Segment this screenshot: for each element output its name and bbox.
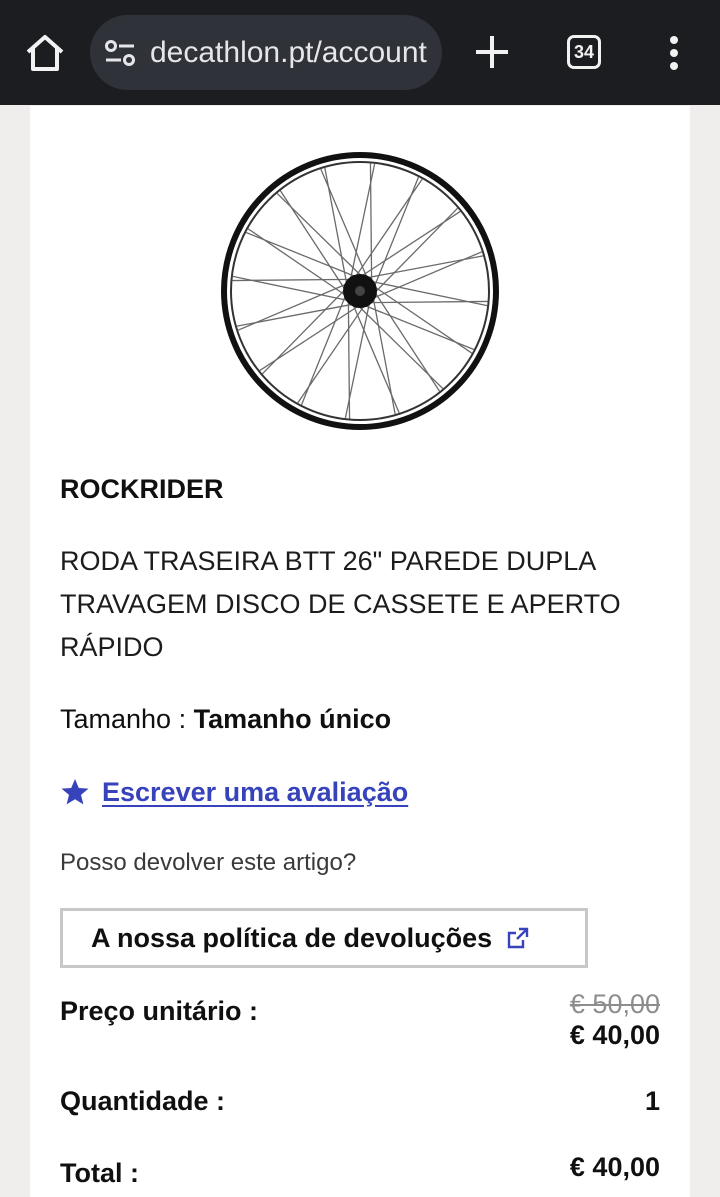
- home-icon: [26, 35, 64, 71]
- site-settings-icon[interactable]: [104, 39, 136, 67]
- return-policy-button[interactable]: A nossa política de devoluções: [60, 908, 588, 968]
- order-item-card: ROCKRIDER RODA TRASEIRA BTT 26" PAREDE D…: [30, 106, 690, 1197]
- quantity-label: Quantidade :: [60, 1086, 226, 1116]
- browser-menu-button[interactable]: [662, 32, 686, 76]
- tab-switcher-icon: 34: [567, 35, 601, 69]
- original-price: € 50,00: [569, 989, 660, 1019]
- unit-price-label: Preço unitário :: [60, 996, 259, 1026]
- product-brand: ROCKRIDER: [60, 474, 224, 504]
- address-bar[interactable]: decathlon.pt/account: [90, 15, 442, 90]
- quantity-value: 1: [644, 1086, 660, 1116]
- tab-switcher-button[interactable]: 34: [567, 35, 603, 71]
- url-text[interactable]: decathlon.pt/account: [150, 35, 435, 71]
- product-size: Tamanho : Tamanho único: [60, 702, 391, 736]
- home-button[interactable]: [22, 30, 68, 76]
- unit-price: € 40,00: [569, 1020, 660, 1050]
- product-image[interactable]: [220, 151, 500, 431]
- size-value: Tamanho único: [193, 704, 392, 734]
- total-label: Total :: [60, 1158, 139, 1188]
- write-review-row[interactable]: Escrever uma avaliação: [60, 774, 408, 810]
- new-tab-button[interactable]: [470, 30, 514, 74]
- plus-icon: [476, 36, 508, 68]
- total-value: € 40,00: [569, 1152, 660, 1182]
- more-vert-icon: [670, 36, 678, 70]
- size-label: Tamanho :: [60, 704, 194, 734]
- return-question: Posso devolver este artigo?: [60, 849, 357, 876]
- star-icon: [61, 779, 89, 805]
- browser-toolbar: decathlon.pt/account 34: [0, 0, 720, 105]
- return-policy-label: A nossa política de devoluções: [91, 922, 493, 953]
- external-link-icon: [507, 927, 529, 949]
- product-title[interactable]: RODA TRASEIRA BTT 26" PAREDE DUPLA TRAVA…: [60, 540, 660, 669]
- write-review-link[interactable]: Escrever uma avaliação: [102, 777, 408, 808]
